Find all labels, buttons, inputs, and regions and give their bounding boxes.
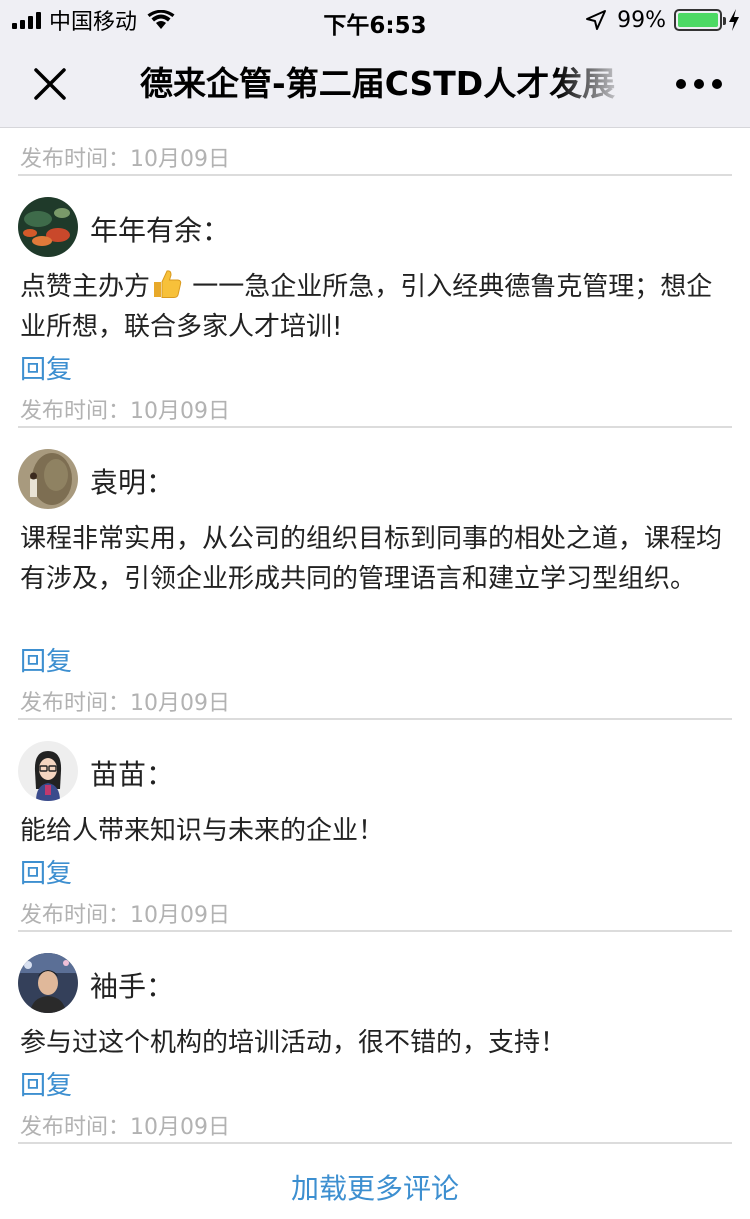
divider bbox=[18, 930, 732, 932]
avatar[interactable] bbox=[18, 449, 78, 509]
reply-link[interactable]: 回复 bbox=[20, 349, 72, 386]
divider bbox=[18, 1142, 732, 1144]
publish-time: 发布时间：10月09日 bbox=[20, 691, 230, 716]
divider bbox=[18, 174, 732, 176]
comment-text-part: 点赞主办方 bbox=[20, 272, 151, 302]
comment-text: 课程非常实用，从公司的组织目标到同事的相处之道，课程均有涉及，引领企业形成共同的… bbox=[20, 524, 723, 594]
publish-time: 发布时间：10月09日 bbox=[20, 903, 230, 928]
battery-icon bbox=[674, 9, 726, 31]
close-icon[interactable] bbox=[28, 62, 72, 106]
page-title: 德来企管-第二届CSTD人才发展 bbox=[140, 64, 616, 103]
comment-text: 能给人带来知识与未来的企业！ bbox=[20, 816, 385, 846]
status-bar: 中国移动 下午6:53 99% bbox=[0, 0, 750, 40]
reply-link[interactable]: 回复 bbox=[20, 1065, 72, 1102]
avatar[interactable] bbox=[18, 197, 78, 257]
publish-time: 发布时间：10月09日 bbox=[20, 147, 230, 172]
publish-time: 发布时间：10月09日 bbox=[20, 399, 230, 424]
nav-bar: 德来企管-第二届CSTD人才发展 bbox=[0, 40, 750, 128]
comment-author: 袖手： bbox=[90, 970, 175, 1003]
avatar[interactable] bbox=[18, 953, 78, 1013]
more-options-icon[interactable] bbox=[676, 78, 722, 90]
comment-text: 点赞主办方 一一急企业所急，引入经典德鲁克管理；想企业所想，联合多家人才培训! bbox=[20, 267, 732, 347]
reply-link[interactable]: 回复 bbox=[20, 853, 72, 890]
charging-bolt-icon bbox=[729, 9, 739, 31]
comment-author: 袁明： bbox=[90, 466, 175, 499]
load-more-comments-button[interactable]: 加载更多评论 bbox=[0, 1167, 750, 1207]
divider bbox=[18, 718, 732, 720]
comment-author: 年年有余： bbox=[90, 214, 231, 247]
comment-author: 苗苗： bbox=[90, 758, 175, 791]
divider bbox=[18, 426, 732, 428]
avatar[interactable] bbox=[18, 741, 78, 801]
publish-time: 发布时间：10月09日 bbox=[20, 1115, 230, 1140]
comment-text: 参与过这个机构的培训活动，很不错的，支持！ bbox=[20, 1028, 567, 1058]
thumbs-up-icon bbox=[154, 270, 182, 298]
location-arrow-icon bbox=[586, 10, 607, 30]
battery-percent: 99% bbox=[617, 7, 666, 33]
reply-link[interactable]: 回复 bbox=[20, 641, 72, 678]
